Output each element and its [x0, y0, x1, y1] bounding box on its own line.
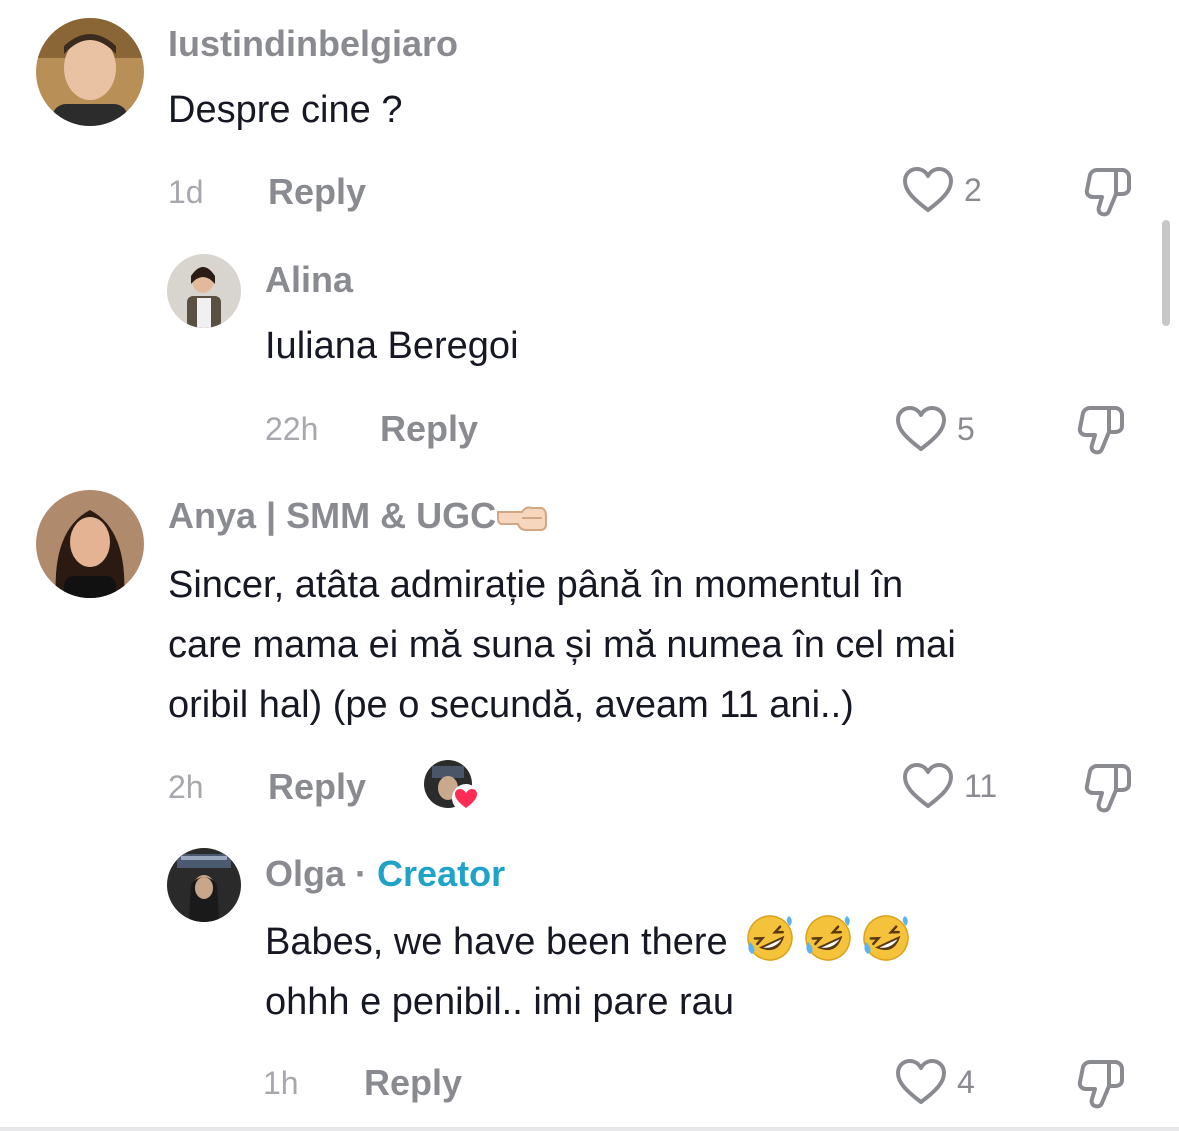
creator-badge: Creator	[377, 853, 506, 894]
dislike-button[interactable]	[1082, 762, 1134, 814]
dislike-button[interactable]	[1082, 166, 1134, 218]
comment-text-line: Babes, we have been there	[265, 912, 912, 972]
comment-time: 1d	[168, 174, 204, 210]
comment-username[interactable]: Olga · Creator	[265, 852, 505, 896]
like-count: 11	[964, 768, 998, 804]
comment-text-line: ohhh e penibil.. imi pare rau	[265, 981, 734, 1023]
comment-username-text: Anya | SMM & UGC	[168, 495, 497, 536]
scrollbar[interactable]	[1162, 220, 1170, 326]
avatar[interactable]	[36, 18, 144, 126]
heart-icon	[902, 762, 954, 810]
reply-button[interactable]: Reply	[268, 767, 366, 807]
reply-button[interactable]: Reply	[268, 172, 366, 212]
comment-username-text: Olga	[265, 853, 346, 894]
comment-text-line: Sincer, atâta admirație până în momentul…	[168, 564, 904, 606]
reply-button[interactable]: Reply	[364, 1063, 462, 1103]
comment-time: 1h	[263, 1065, 299, 1101]
rolling-on-floor-laughing-icon	[802, 912, 854, 964]
like-count: 5	[957, 411, 975, 447]
comment-text-line: care mama ei mă suna și mă numea în cel …	[168, 624, 956, 666]
like-button[interactable]: 2	[902, 166, 982, 214]
heart-icon	[895, 1058, 947, 1106]
dislike-button[interactable]	[1075, 404, 1127, 456]
like-count: 4	[957, 1064, 975, 1100]
comment-text-line: oribil hal) (pe o secundă, aveam 11 ani.…	[168, 684, 854, 726]
comment-username[interactable]: Iustindinbelgiaro	[168, 22, 458, 66]
avatar[interactable]	[36, 490, 144, 598]
comment-time: 2h	[168, 769, 204, 805]
avatar[interactable]	[167, 254, 241, 328]
heart-icon	[895, 405, 947, 453]
comment-text: Despre cine ?	[168, 89, 403, 131]
like-button[interactable]: 11	[902, 762, 997, 810]
thumb-down-icon	[1075, 404, 1127, 456]
thumb-down-icon	[1075, 1058, 1127, 1110]
rolling-on-floor-laughing-icon	[860, 912, 912, 964]
dislike-button[interactable]	[1075, 1058, 1127, 1110]
reply-button[interactable]: Reply	[380, 409, 478, 449]
divider	[0, 1127, 1179, 1131]
comment-time: 22h	[265, 411, 319, 447]
like-count: 2	[964, 172, 982, 208]
like-button[interactable]: 4	[895, 1058, 975, 1106]
rolling-on-floor-laughing-icon	[744, 912, 796, 964]
creator-liked-indicator	[422, 758, 482, 818]
avatar[interactable]	[167, 848, 241, 922]
comment-username[interactable]: Anya | SMM & UGC	[168, 494, 548, 538]
backhand-index-pointing-left-icon	[497, 506, 548, 531]
thumb-down-icon	[1082, 166, 1134, 218]
comment-username[interactable]: Alina	[265, 258, 353, 302]
separator-dot: ·	[355, 853, 368, 894]
heart-icon	[902, 166, 954, 214]
comment-text-segment: Babes, we have been there	[265, 921, 728, 963]
thumb-down-icon	[1082, 762, 1134, 814]
comment-text: Iuliana Beregoi	[265, 325, 519, 367]
like-button[interactable]: 5	[895, 405, 975, 453]
